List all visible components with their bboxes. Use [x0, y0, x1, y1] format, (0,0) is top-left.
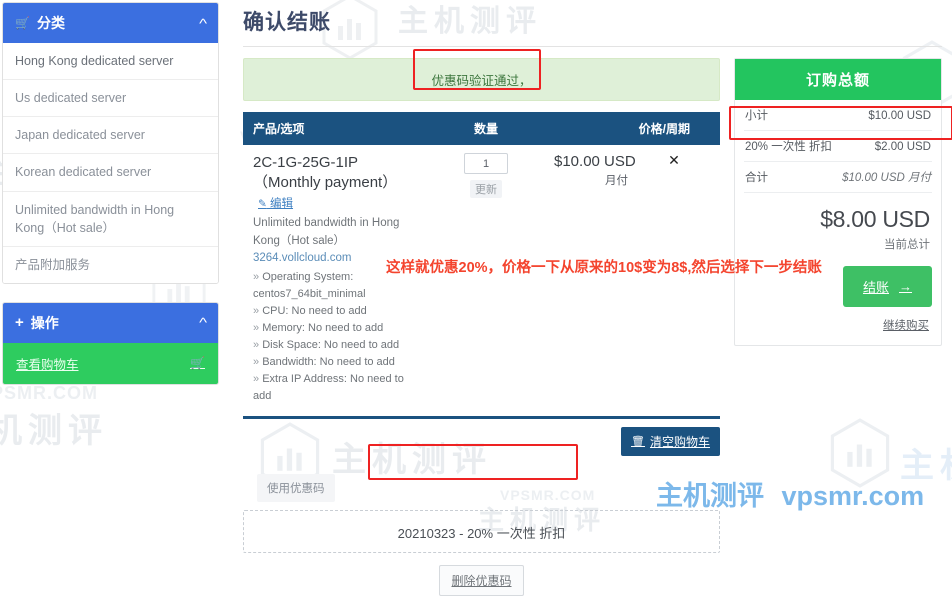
sidebar-item-us-dedicated[interactable]: Us dedicated server	[3, 80, 218, 118]
quantity-input[interactable]	[464, 153, 508, 174]
action-panel-title: 操作	[30, 314, 59, 331]
page-root: 🛒 分类 ^ Hong Kong dedicated server Us ded…	[0, 0, 952, 596]
summary-grand-total-caption: 当前总计	[884, 239, 930, 251]
update-quantity-button[interactable]: 更新	[470, 180, 502, 198]
sidebar-item-addon-services[interactable]: 产品附加服务	[3, 247, 218, 283]
sidebar-item-japan-dedicated[interactable]: Japan dedicated server	[3, 117, 218, 155]
promo-actions: 删除优惠码	[243, 553, 720, 596]
remove-promo-button[interactable]: 删除优惠码	[439, 564, 524, 596]
list-item: Disk Space: No need to add	[253, 337, 418, 354]
sidebar-item-korean-dedicated[interactable]: Korean dedicated server	[3, 154, 218, 192]
view-cart-button[interactable]: 查看购物车 🛒	[3, 342, 218, 384]
summary-total-value: $10.00 USD 月付	[842, 172, 931, 184]
cart-billing-cycle: 月付	[605, 175, 628, 187]
plus-icon: +	[15, 314, 24, 332]
summary-column: 订购总额 小计 $10.00 USD 20% 一次性 折扣 $2.00 USD …	[734, 58, 942, 596]
continue-shopping-link[interactable]: 继续购买	[744, 317, 932, 333]
cart-table: 产品/选项 数量 价格/周期 2C-1G-25G-1IP（Monthly pay…	[243, 112, 720, 419]
cart-icon: 🛒	[15, 16, 30, 30]
order-summary-title: 订购总额	[735, 59, 941, 100]
empty-cart-label: 清空购物车	[649, 434, 710, 449]
chevron-up-icon[interactable]: ^	[199, 316, 207, 329]
action-panel: + 操作 ^ 查看购物车 🛒	[2, 301, 219, 385]
list-item: Memory: No need to add	[253, 320, 418, 337]
order-summary-panel: 订购总额 小计 $10.00 USD 20% 一次性 折扣 $2.00 USD …	[734, 58, 942, 346]
cart-price: $10.00 USD	[554, 153, 636, 170]
summary-discount-label: 20% 一次性 折扣	[745, 141, 832, 153]
arrow-right-icon: →	[899, 279, 912, 294]
edit-product-link[interactable]: ✎ 编辑	[258, 198, 293, 210]
promo-success-message: 优惠码验证通过，	[431, 74, 532, 88]
order-summary-body: 小计 $10.00 USD 20% 一次性 折扣 $2.00 USD 合计 $1…	[735, 100, 941, 345]
pencil-icon: ✎	[258, 197, 267, 210]
summary-row-total: 合计 $10.00 USD 月付	[744, 162, 932, 193]
summary-row-subtotal: 小计 $10.00 USD	[744, 100, 932, 131]
summary-grand-total: $8.00 USD	[820, 206, 930, 232]
content-columns: 优惠码验证通过， 产品/选项 数量 价格/周期 2C-1G-25G-1IP（Mo…	[243, 58, 942, 596]
category-panel: 🛒 分类 ^ Hong Kong dedicated server Us ded…	[2, 2, 219, 284]
action-panel-header[interactable]: + 操作 ^	[3, 302, 218, 343]
category-panel-title: 分类	[36, 15, 65, 31]
summary-row-discount: 20% 一次性 折扣 $2.00 USD	[744, 131, 932, 162]
promo-section: 使用优惠码 20210323 - 20% 一次性 折扣 删除优惠码	[243, 473, 720, 596]
sidebar: 🛒 分类 ^ Hong Kong dedicated server Us ded…	[0, 0, 219, 513]
cart-icon: 🛒	[190, 356, 205, 371]
list-item: Operating System: centos7_64bit_minimal	[253, 269, 418, 303]
empty-cart-button[interactable]: 🗑 清空购物车	[621, 426, 720, 456]
column-header-product: 产品/选项	[243, 112, 428, 145]
summary-total-label: 合计	[745, 172, 768, 184]
cart-product-group: Unlimited bandwidth in Hong Kong（Hot sal…	[253, 217, 400, 247]
cart-column: 优惠码验证通过， 产品/选项 数量 价格/周期 2C-1G-25G-1IP（Mo…	[243, 58, 720, 596]
cart-table-body: 2C-1G-25G-1IP（Monthly payment） ✎ 编辑 Unli…	[243, 145, 720, 419]
column-header-price: 价格/周期	[544, 112, 720, 145]
sidebar-item-hk-dedicated[interactable]: Hong Kong dedicated server	[3, 43, 218, 81]
cart-product-name-wrap: 2C-1G-25G-1IP（Monthly payment） ✎ 编辑	[253, 153, 418, 212]
cart-remove-cell: ✕	[632, 145, 720, 419]
list-item: CPU: No need to add	[253, 303, 418, 320]
cart-product-domain: 3264.vollcloud.com	[253, 251, 352, 264]
category-panel-header[interactable]: 🛒 分类 ^	[3, 3, 218, 43]
cart-product-config-list: Operating System: centos7_64bit_minimal …	[253, 269, 418, 405]
empty-cart-row: 🗑 清空购物车	[243, 426, 720, 456]
cart-table-head: 产品/选项 数量 价格/周期	[243, 112, 720, 145]
cart-product-cell: 2C-1G-25G-1IP（Monthly payment） ✎ 编辑 Unli…	[243, 145, 428, 419]
list-item: Bandwidth: No need to add	[253, 354, 418, 371]
summary-grand-total-block: $8.00 USD 当前总计	[744, 193, 932, 252]
cart-qty-cell: 更新	[428, 145, 544, 419]
checkout-label: 结账	[862, 280, 889, 295]
edit-product-label: 编辑	[270, 197, 294, 210]
list-item: Extra IP Address: No need to add	[253, 371, 418, 405]
close-icon[interactable]: ✕	[668, 152, 680, 168]
trash-icon: 🗑	[631, 435, 645, 448]
cart-price-cell: $10.00 USD 月付	[544, 145, 636, 419]
checkout-wrap: 结账 →	[744, 266, 932, 307]
cart-table-header-row: 产品/选项 数量 价格/周期	[243, 112, 720, 145]
summary-subtotal-label: 小计	[745, 110, 768, 122]
summary-discount-value: $2.00 USD	[874, 141, 931, 153]
title-divider	[243, 46, 942, 47]
promo-label: 使用优惠码	[257, 473, 335, 502]
page-title: 确认结账	[243, 11, 331, 34]
view-cart-label: 查看购物车	[16, 357, 79, 372]
sidebar-item-unlimited-bandwidth-hk[interactable]: Unlimited bandwidth in Hong Kong（Hot sal…	[3, 192, 218, 247]
checkout-button[interactable]: 结账 →	[842, 266, 932, 307]
column-header-qty: 数量	[428, 112, 544, 145]
category-list: Hong Kong dedicated server Us dedicated …	[3, 43, 218, 283]
promo-success-alert: 优惠码验证通过，	[243, 58, 720, 101]
cart-product-name: 2C-1G-25G-1IP（Monthly payment）	[253, 154, 398, 191]
summary-subtotal-value: $10.00 USD	[868, 110, 931, 122]
promo-box: 20210323 - 20% 一次性 折扣	[243, 509, 720, 553]
main-content: 确认结账 优惠码验证通过， 产品/选项 数量 价格/周期 2C-1G-25G-1…	[219, 0, 952, 596]
table-row: 2C-1G-25G-1IP（Monthly payment） ✎ 编辑 Unli…	[243, 145, 720, 419]
chevron-up-icon[interactable]: ^	[199, 17, 207, 30]
applied-promo-code: 20210323 - 20% 一次性 折扣	[397, 525, 566, 541]
